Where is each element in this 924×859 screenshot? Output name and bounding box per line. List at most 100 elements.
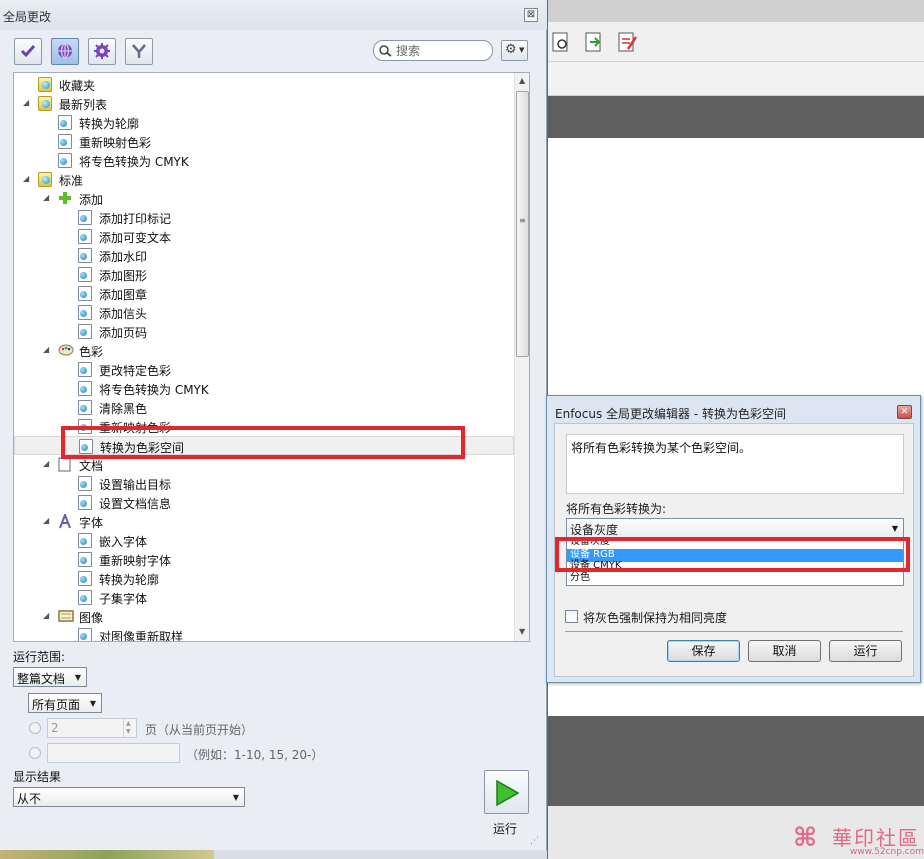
canvas-background-lower bbox=[548, 716, 924, 806]
image-icon bbox=[58, 609, 74, 624]
tree-item-label: 添加图章 bbox=[99, 288, 148, 302]
tree-item-label: 设置文档信息 bbox=[99, 497, 172, 511]
tree-item-label: 添加水印 bbox=[99, 250, 148, 264]
cancel-button[interactable]: 取消 bbox=[748, 640, 821, 662]
tree-item[interactable]: ◢ 字体 bbox=[14, 512, 514, 531]
tree-item[interactable]: 添加水印 bbox=[14, 246, 514, 265]
spin-up-icon: ▲ bbox=[126, 720, 131, 727]
edit-document-icon[interactable] bbox=[616, 31, 638, 53]
plus-icon bbox=[58, 191, 72, 206]
toolbar-check-button[interactable] bbox=[14, 38, 42, 65]
tree-item[interactable]: 重新映射色彩 bbox=[14, 132, 514, 151]
page-count-radio[interactable] bbox=[29, 722, 41, 734]
stepper-arrows[interactable]: ▲ ▼ bbox=[123, 719, 136, 737]
tree-item[interactable]: 更改特定色彩 bbox=[14, 360, 514, 379]
tree-expander-icon[interactable]: ◢ bbox=[43, 345, 49, 354]
dialog-close-button[interactable]: ✕ bbox=[897, 405, 912, 419]
scope-label: 运行范围: bbox=[13, 650, 66, 664]
tree-item[interactable]: 嵌入字体 bbox=[14, 531, 514, 550]
tree-item-label: 标准 bbox=[59, 174, 84, 188]
tree-item[interactable]: 重新映射字体 bbox=[14, 550, 514, 569]
page-range-input[interactable] bbox=[47, 743, 180, 763]
tree-item[interactable]: 添加页码 bbox=[14, 322, 514, 341]
funnel-icon bbox=[132, 44, 146, 58]
pages-select[interactable]: 所有页面 ▼ bbox=[28, 693, 102, 713]
tree-expander-icon[interactable]: ◢ bbox=[23, 174, 29, 183]
results-select[interactable]: 从不 ▼ bbox=[13, 787, 245, 807]
document-icon bbox=[58, 457, 72, 472]
page-count-stepper[interactable]: 2 ▲ ▼ bbox=[47, 718, 137, 738]
tree-item[interactable]: 转换为轮廓 bbox=[14, 113, 514, 132]
action-document-icon bbox=[58, 115, 72, 130]
save-button[interactable]: 保存 bbox=[667, 640, 740, 662]
tree-expander-icon[interactable]: ◢ bbox=[43, 516, 49, 525]
tree-item[interactable]: 对图像重新取样 bbox=[14, 626, 514, 641]
tree-item-label: 字体 bbox=[79, 516, 104, 530]
toolbar-settings-button[interactable] bbox=[88, 38, 116, 65]
tree-item[interactable]: ◢ 添加 bbox=[14, 189, 514, 208]
tree-item-label: 色彩 bbox=[79, 345, 104, 359]
tree-item[interactable]: 添加图形 bbox=[14, 265, 514, 284]
keep-gray-checkbox[interactable] bbox=[565, 610, 578, 623]
option-separations[interactable]: 分色 bbox=[567, 572, 903, 585]
tree-item[interactable]: 转换为轮廓 bbox=[14, 569, 514, 588]
tree-item[interactable]: 清除黑色 bbox=[14, 398, 514, 417]
tree-expander-icon[interactable]: ◢ bbox=[43, 459, 49, 468]
action-document-icon bbox=[78, 248, 92, 263]
tree-item[interactable]: 将专色转换为 CMYK bbox=[14, 151, 514, 170]
tree-item[interactable]: 添加信头 bbox=[14, 303, 514, 322]
tree-item[interactable]: ◢ 最新列表 bbox=[14, 94, 514, 113]
preflight-icon[interactable] bbox=[550, 31, 572, 53]
search-input[interactable] bbox=[396, 43, 488, 59]
dialog-run-button[interactable]: 运行 bbox=[829, 640, 902, 662]
tree-scrollbar[interactable]: ▲ ≡ ▼ bbox=[514, 73, 529, 641]
tree-expander-icon[interactable]: ◢ bbox=[43, 611, 49, 620]
results-label: 显示结果 bbox=[13, 770, 62, 784]
tree-item[interactable]: ◢ 标准 bbox=[14, 170, 514, 189]
tree-item[interactable]: 添加可变文本 bbox=[14, 227, 514, 246]
app-titlebar bbox=[548, 0, 924, 22]
app-toolbar bbox=[548, 22, 924, 62]
search-box[interactable] bbox=[373, 40, 493, 61]
page-range-radio[interactable] bbox=[29, 747, 41, 759]
tree-item[interactable]: 设置输出目标 bbox=[14, 474, 514, 493]
tree-item-label: 添加打印标记 bbox=[99, 212, 172, 226]
tree-item[interactable]: 设置文档信息 bbox=[14, 493, 514, 512]
app-secondary-toolbar bbox=[548, 62, 924, 96]
toolbar-globe-button[interactable] bbox=[51, 38, 79, 65]
tree-item[interactable]: 添加打印标记 bbox=[14, 208, 514, 227]
search-icon bbox=[379, 45, 392, 57]
tree-item[interactable]: 添加图章 bbox=[14, 284, 514, 303]
tree-expander-icon[interactable]: ◢ bbox=[43, 193, 49, 202]
tree-item[interactable]: 将专色转换为 CMYK bbox=[14, 379, 514, 398]
tree-expander-icon[interactable]: ◢ bbox=[23, 98, 29, 107]
toolbar-filter-button[interactable] bbox=[125, 38, 153, 65]
tree-item-label: 将专色转换为 CMYK bbox=[99, 383, 209, 397]
run-button[interactable] bbox=[484, 770, 529, 814]
colorspace-select-value: 设备灰度 bbox=[570, 523, 619, 537]
colorspace-select[interactable]: 设备灰度 ▼ bbox=[566, 518, 904, 538]
description-text: 将所有色彩转换为某个色彩空间。 bbox=[571, 441, 752, 455]
scope-select-value: 整篇文档 bbox=[17, 672, 66, 686]
page-count-value: 2 bbox=[51, 721, 59, 735]
tree-item[interactable]: ◢ 色彩 bbox=[14, 341, 514, 360]
tree-item[interactable]: 收藏夹 bbox=[14, 75, 514, 94]
resize-grip-icon[interactable]: ⋰ bbox=[530, 836, 539, 846]
tree-item[interactable]: 子集字体 bbox=[14, 588, 514, 607]
action-document-icon bbox=[78, 400, 92, 415]
scroll-up-arrow[interactable]: ▲ bbox=[519, 76, 525, 85]
scroll-thumb[interactable]: ≡ bbox=[516, 91, 529, 357]
action-document-icon bbox=[78, 476, 92, 491]
options-menu-button[interactable]: ⚙ ▼ bbox=[501, 40, 528, 61]
gear-icon bbox=[94, 43, 110, 59]
scope-select[interactable]: 整篇文档 ▼ bbox=[13, 667, 87, 687]
tree-item[interactable]: ◢ 图像 bbox=[14, 607, 514, 626]
scroll-down-arrow[interactable]: ▼ bbox=[519, 627, 525, 636]
gear-dropdown-icon: ⚙ bbox=[505, 42, 517, 57]
action-document-icon bbox=[78, 305, 92, 320]
page-count-suffix: 页（从当前页开始） bbox=[145, 723, 254, 737]
tree-item-label: 添加可变文本 bbox=[99, 231, 172, 245]
action-document-icon bbox=[78, 286, 92, 301]
panel-close-button[interactable]: ⊠ bbox=[524, 8, 538, 22]
export-icon[interactable] bbox=[583, 31, 605, 53]
